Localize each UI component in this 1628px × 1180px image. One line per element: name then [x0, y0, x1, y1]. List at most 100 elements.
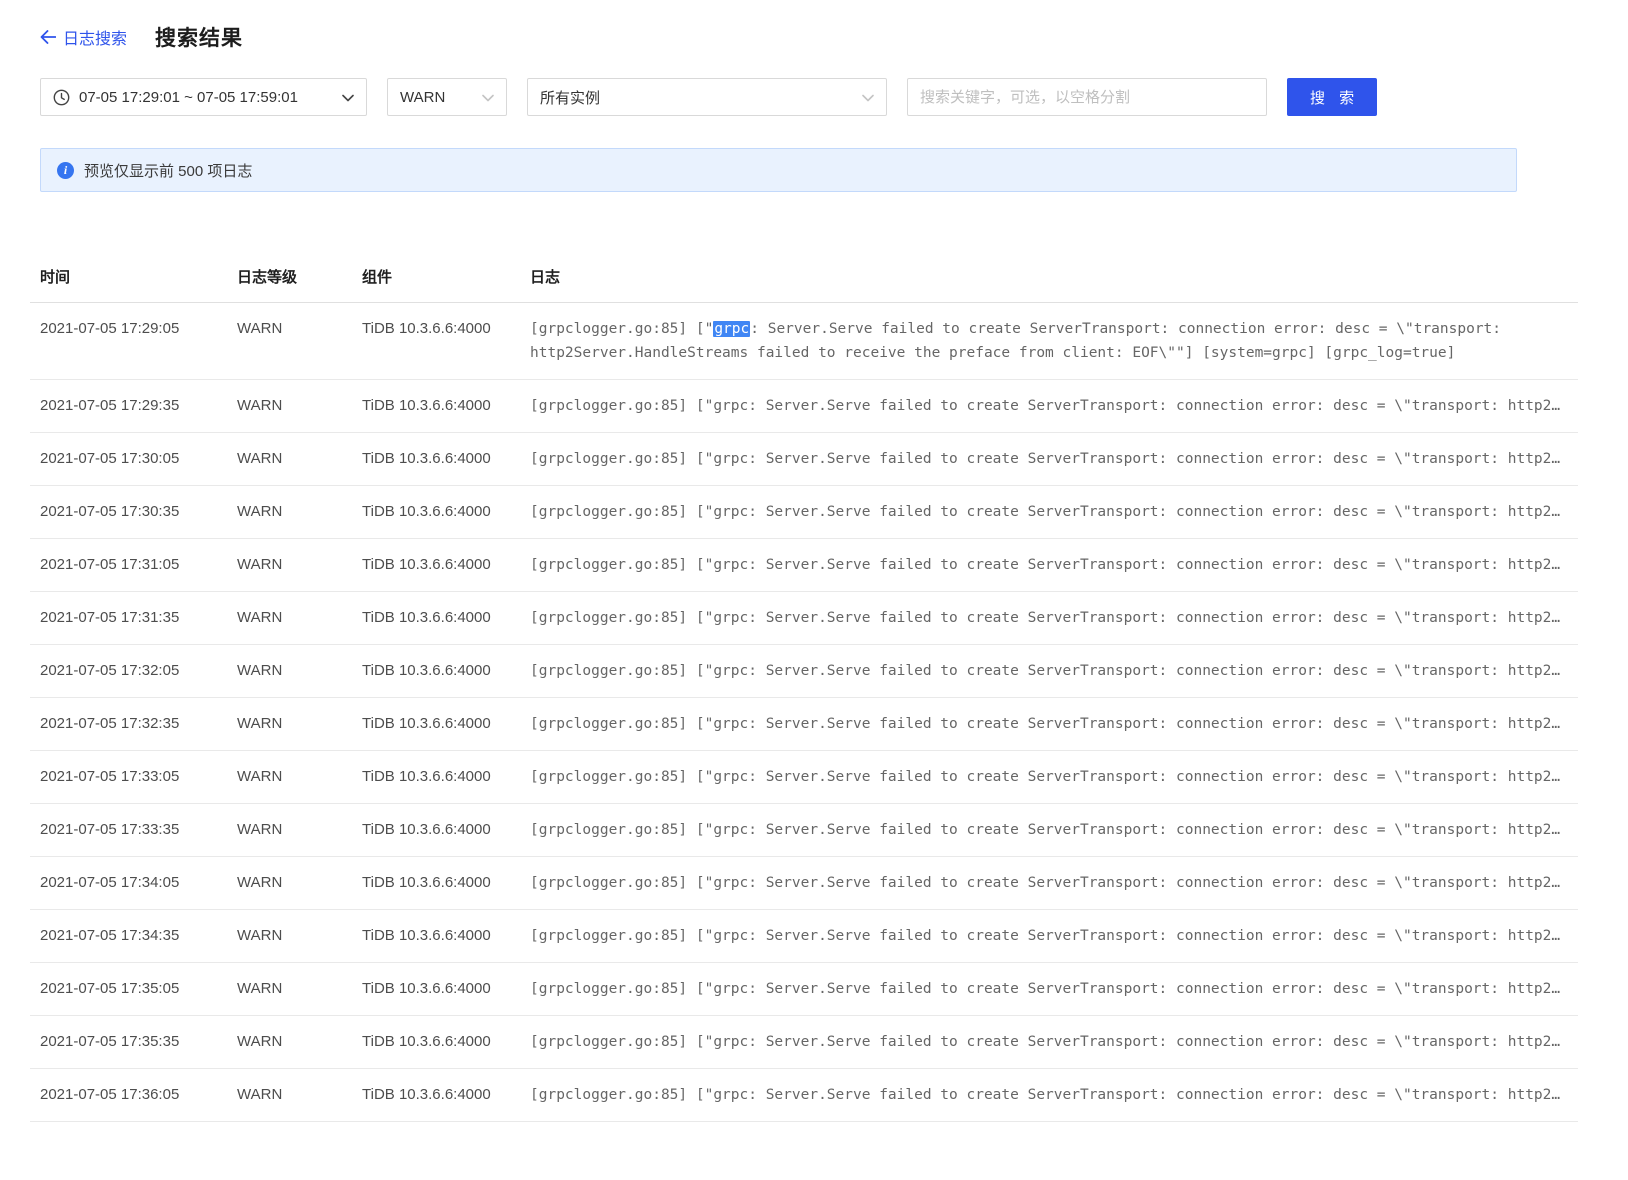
cell-component: TiDB 10.3.6.6:4000: [352, 804, 520, 857]
cell-time: 2021-07-05 17:30:05: [30, 433, 227, 486]
keyword-input[interactable]: [920, 89, 1254, 106]
cell-log: [grpclogger.go:85] ["grpc: Server.Serve …: [520, 751, 1578, 804]
cell-log: [grpclogger.go:85] ["grpc: Server.Serve …: [520, 380, 1578, 433]
keyword-input-wrap: [907, 78, 1267, 116]
cell-time: 2021-07-05 17:29:35: [30, 380, 227, 433]
keyword-highlight: grpc: [713, 321, 750, 337]
cell-component: TiDB 10.3.6.6:4000: [352, 1016, 520, 1069]
table-row[interactable]: 2021-07-05 17:32:35 WARN TiDB 10.3.6.6:4…: [30, 698, 1578, 751]
instance-value: 所有实例: [540, 87, 600, 108]
cell-log: [grpclogger.go:85] ["grpc: Server.Serve …: [520, 857, 1578, 910]
page-title: 搜索结果: [155, 22, 243, 52]
cell-component: TiDB 10.3.6.6:4000: [352, 698, 520, 751]
cell-component: TiDB 10.3.6.6:4000: [352, 380, 520, 433]
cell-time: 2021-07-05 17:31:35: [30, 592, 227, 645]
chevron-down-icon: [342, 89, 354, 106]
log-text: [grpclogger.go:85] ["grpc: Server.Serve …: [530, 447, 1568, 471]
cell-level: WARN: [227, 433, 352, 486]
cell-log: [grpclogger.go:85] ["grpc: Server.Serve …: [520, 910, 1578, 963]
back-link[interactable]: 日志搜索: [40, 25, 127, 49]
arrow-left-icon: [40, 30, 56, 44]
cell-level: WARN: [227, 1016, 352, 1069]
info-alert-text: 预览仅显示前 500 项日志: [84, 160, 252, 181]
cell-time: 2021-07-05 17:35:35: [30, 1016, 227, 1069]
cell-component: TiDB 10.3.6.6:4000: [352, 592, 520, 645]
cell-component: TiDB 10.3.6.6:4000: [352, 857, 520, 910]
log-text: [grpclogger.go:85] ["grpc: Server.Serve …: [530, 977, 1568, 1001]
cell-level: WARN: [227, 1069, 352, 1122]
column-header-component: 组件: [352, 251, 520, 303]
cell-component: TiDB 10.3.6.6:4000: [352, 963, 520, 1016]
info-alert: i 预览仅显示前 500 项日志: [40, 148, 1517, 192]
log-text: [grpclogger.go:85] ["grpc: Server.Serve …: [530, 659, 1568, 683]
log-text: [grpclogger.go:85] ["grpc: Server.Serve …: [530, 553, 1568, 577]
log-level-value: WARN: [400, 89, 445, 106]
cell-time: 2021-07-05 17:33:35: [30, 804, 227, 857]
cell-component: TiDB 10.3.6.6:4000: [352, 910, 520, 963]
log-level-select[interactable]: WARN: [387, 78, 507, 116]
log-table-body: 2021-07-05 17:29:05 WARN TiDB 10.3.6.6:4…: [30, 303, 1578, 1122]
cell-component: TiDB 10.3.6.6:4000: [352, 539, 520, 592]
cell-log: [grpclogger.go:85] ["grpc: Server.Serve …: [520, 592, 1578, 645]
table-row-expanded[interactable]: 2021-07-05 17:29:05 WARN TiDB 10.3.6.6:4…: [30, 303, 1578, 380]
search-button[interactable]: 搜 索: [1287, 78, 1377, 116]
column-header-level: 日志等级: [227, 251, 352, 303]
table-row[interactable]: 2021-07-05 17:29:35 WARN TiDB 10.3.6.6:4…: [30, 380, 1578, 433]
column-header-time: 时间: [30, 251, 227, 303]
cell-log: [grpclogger.go:85] ["grpc: Server.Serve …: [520, 486, 1578, 539]
table-row[interactable]: 2021-07-05 17:34:05 WARN TiDB 10.3.6.6:4…: [30, 857, 1578, 910]
log-text: [grpclogger.go:85] ["grpc: Server.Serve …: [530, 765, 1568, 789]
table-row[interactable]: 2021-07-05 17:34:35 WARN TiDB 10.3.6.6:4…: [30, 910, 1578, 963]
filter-bar: 07-05 17:29:01 ~ 07-05 17:59:01 WARN 所有实…: [40, 78, 1568, 116]
log-table: 时间 日志等级 组件 日志 2021-07-05 17:29:05 WARN T…: [30, 251, 1568, 1122]
table-row[interactable]: 2021-07-05 17:31:35 WARN TiDB 10.3.6.6:4…: [30, 592, 1578, 645]
log-text: [grpclogger.go:85] ["grpc: Server.Serve …: [530, 818, 1568, 842]
table-row[interactable]: 2021-07-05 17:30:35 WARN TiDB 10.3.6.6:4…: [30, 486, 1578, 539]
table-row[interactable]: 2021-07-05 17:36:05 WARN TiDB 10.3.6.6:4…: [30, 1069, 1578, 1122]
table-row[interactable]: 2021-07-05 17:35:05 WARN TiDB 10.3.6.6:4…: [30, 963, 1578, 1016]
cell-time: 2021-07-05 17:36:05: [30, 1069, 227, 1122]
cell-level: WARN: [227, 380, 352, 433]
cell-component: TiDB 10.3.6.6:4000: [352, 751, 520, 804]
table-row[interactable]: 2021-07-05 17:33:35 WARN TiDB 10.3.6.6:4…: [30, 804, 1578, 857]
cell-level: WARN: [227, 592, 352, 645]
cell-level: WARN: [227, 751, 352, 804]
table-row[interactable]: 2021-07-05 17:35:35 WARN TiDB 10.3.6.6:4…: [30, 1016, 1578, 1069]
back-link-label: 日志搜索: [63, 25, 127, 49]
cell-level: WARN: [227, 963, 352, 1016]
cell-log: [grpclogger.go:85] ["grpc: Server.Serve …: [520, 539, 1578, 592]
time-range-picker[interactable]: 07-05 17:29:01 ~ 07-05 17:59:01: [40, 78, 367, 116]
cell-component: TiDB 10.3.6.6:4000: [352, 433, 520, 486]
cell-time: 2021-07-05 17:33:05: [30, 751, 227, 804]
page-header: 日志搜索 搜索结果: [40, 22, 1568, 52]
cell-log: [grpclogger.go:85] ["grpc: Server.Serve …: [520, 963, 1578, 1016]
cell-level: WARN: [227, 486, 352, 539]
cell-component: TiDB 10.3.6.6:4000: [352, 1069, 520, 1122]
cell-time: 2021-07-05 17:35:05: [30, 963, 227, 1016]
log-text: [grpclogger.go:85] ["grpc: Server.Serve …: [530, 606, 1568, 630]
instance-select[interactable]: 所有实例: [527, 78, 887, 116]
cell-level: WARN: [227, 539, 352, 592]
log-text: [grpclogger.go:85] ["grpc: Server.Serve …: [530, 500, 1568, 524]
info-icon: i: [57, 162, 74, 179]
log-text: [grpclogger.go:85] ["grpc: Server.Serve …: [530, 871, 1568, 895]
clock-icon: [53, 89, 70, 106]
log-text: [grpclogger.go:85] ["grpc: Server.Serve …: [530, 712, 1568, 736]
cell-level: WARN: [227, 645, 352, 698]
cell-level: WARN: [227, 910, 352, 963]
cell-time: 2021-07-05 17:32:35: [30, 698, 227, 751]
chevron-down-icon: [482, 89, 494, 106]
cell-log: [grpclogger.go:85] ["grpc: Server.Serve …: [520, 303, 1578, 380]
table-row[interactable]: 2021-07-05 17:30:05 WARN TiDB 10.3.6.6:4…: [30, 433, 1578, 486]
cell-log: [grpclogger.go:85] ["grpc: Server.Serve …: [520, 645, 1578, 698]
cell-time: 2021-07-05 17:31:05: [30, 539, 227, 592]
table-row[interactable]: 2021-07-05 17:32:05 WARN TiDB 10.3.6.6:4…: [30, 645, 1578, 698]
cell-log: [grpclogger.go:85] ["grpc: Server.Serve …: [520, 1069, 1578, 1122]
cell-level: WARN: [227, 804, 352, 857]
table-row[interactable]: 2021-07-05 17:31:05 WARN TiDB 10.3.6.6:4…: [30, 539, 1578, 592]
table-header-row: 时间 日志等级 组件 日志: [30, 251, 1578, 303]
cell-component: TiDB 10.3.6.6:4000: [352, 303, 520, 380]
cell-time: 2021-07-05 17:32:05: [30, 645, 227, 698]
table-row[interactable]: 2021-07-05 17:33:05 WARN TiDB 10.3.6.6:4…: [30, 751, 1578, 804]
cell-level: WARN: [227, 857, 352, 910]
